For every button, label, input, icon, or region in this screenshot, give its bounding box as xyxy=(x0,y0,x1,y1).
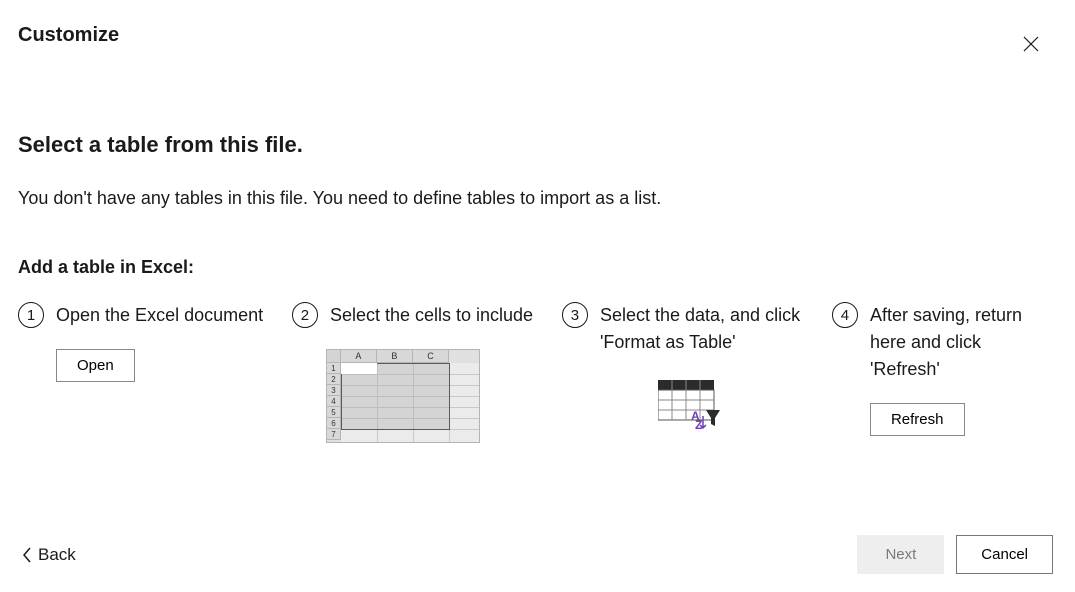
format-as-table-icon: A Z xyxy=(658,380,720,430)
cancel-button[interactable]: Cancel xyxy=(956,535,1053,574)
open-button[interactable]: Open xyxy=(56,349,135,382)
refresh-button[interactable]: Refresh xyxy=(870,403,965,436)
step-number-2: 2 xyxy=(292,302,318,328)
close-icon xyxy=(1023,36,1039,52)
subsection-title: Add a table in Excel: xyxy=(18,257,1057,278)
spreadsheet-icon: A B C 1 2 3 4 5 6 7 xyxy=(326,349,480,443)
step-text-1: Open the Excel document xyxy=(56,302,263,329)
step-4: 4 After saving, return here and click 'R… xyxy=(832,302,1057,443)
section-title: Select a table from this file. xyxy=(18,132,1057,158)
step-text-4: After saving, return here and click 'Ref… xyxy=(870,302,1039,383)
page-title: Customize xyxy=(18,24,119,47)
step-number-4: 4 xyxy=(832,302,858,328)
next-button[interactable]: Next xyxy=(857,535,944,574)
step-2: 2 Select the cells to include xyxy=(292,302,562,443)
step-text-2: Select the cells to include xyxy=(330,302,533,329)
steps-container: 1 Open the Excel document Open 2 Select … xyxy=(18,302,1057,443)
close-button[interactable] xyxy=(1015,28,1047,60)
step-number-3: 3 xyxy=(562,302,588,328)
instruction-text: You don't have any tables in this file. … xyxy=(18,188,1057,209)
chevron-left-icon xyxy=(22,547,32,563)
step-3: 3 Select the data, and click 'Format as … xyxy=(562,302,832,443)
back-label: Back xyxy=(38,545,76,565)
step-number-1: 1 xyxy=(18,302,44,328)
svg-text:Z: Z xyxy=(695,418,702,430)
back-button[interactable]: Back xyxy=(18,539,80,571)
step-text-3: Select the data, and click 'Format as Ta… xyxy=(600,302,814,356)
step-1: 1 Open the Excel document Open xyxy=(18,302,292,443)
